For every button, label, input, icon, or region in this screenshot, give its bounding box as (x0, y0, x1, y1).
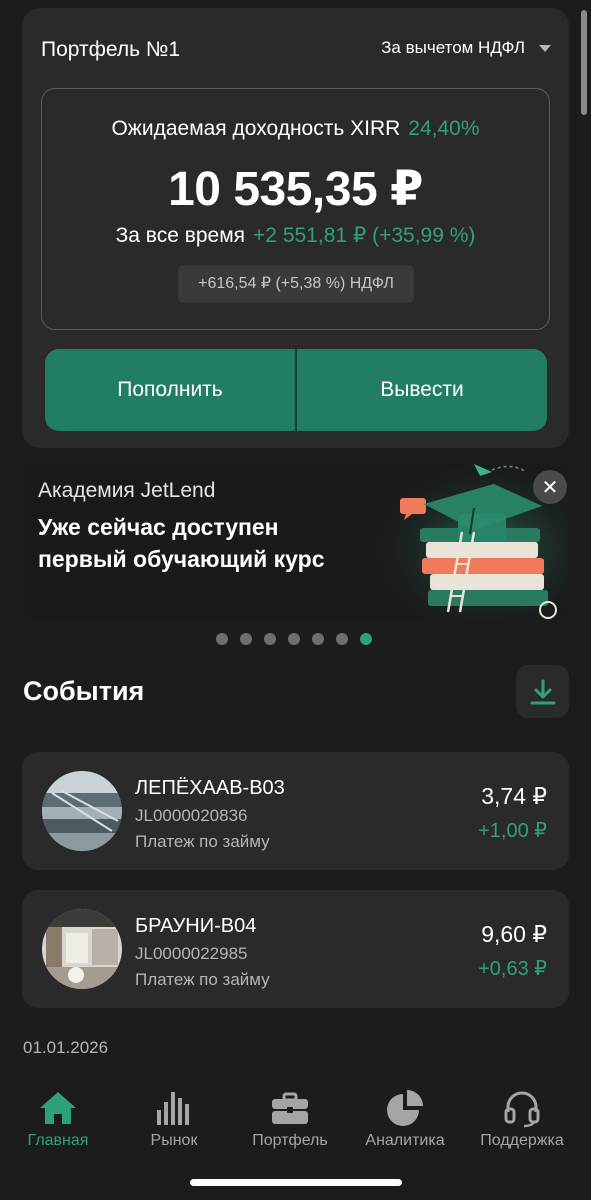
event-loan-id: JL0000020836 (135, 806, 248, 825)
nav-label-market: Рынок (150, 1132, 198, 1149)
carousel-dot[interactable] (288, 633, 300, 645)
event-date-header: 01.01.2026 (23, 1038, 109, 1057)
caret-down-icon (539, 44, 551, 52)
event-borrower: БРАУНИ-В04 (135, 915, 257, 937)
action-bar: Пополнить Вывести (45, 349, 547, 431)
event-income: +1,00 ₽ (478, 820, 547, 842)
nav-item-market[interactable]: Рынок (134, 1088, 214, 1150)
portfolio-balance: 10 535,35 ₽ (168, 163, 423, 216)
bar-chart-icon (157, 1092, 189, 1125)
pie-chart-icon (387, 1090, 423, 1126)
event-type: Платеж по займу (135, 970, 270, 989)
event-borrower: ЛЕПЁХААВ-В03 (135, 777, 285, 799)
headset-icon (504, 1091, 540, 1128)
alltime-value: +2 551,81 ₽ (+35,99 %) (253, 224, 476, 247)
nav-label-analytics: Аналитика (365, 1132, 445, 1149)
event-amount: 3,74 ₽ (481, 783, 547, 809)
event-avatar (42, 771, 122, 851)
home-indicator[interactable] (190, 1179, 402, 1186)
bottom-nav: Главная Рынок Портфель Аналитика Поддерж… (0, 1080, 591, 1170)
home-icon (40, 1092, 76, 1124)
xirr-row: Ожидаемая доходность XIRR 24,40% (42, 117, 549, 141)
carousel-dot[interactable] (264, 633, 276, 645)
banner-title-line2: первый обучающий курс (38, 546, 325, 572)
banner-kicker: Академия JetLend (38, 479, 216, 502)
portfolio-title[interactable]: Портфель №1 (41, 38, 180, 62)
banner-close-button[interactable]: ✕ (533, 470, 567, 504)
academy-banner[interactable]: Академия JetLend Уже сейчас доступен пер… (22, 462, 569, 620)
alltime-label: За все время (115, 224, 246, 247)
nav-label-portfolio: Портфель (252, 1132, 328, 1149)
event-loan-id: JL0000022985 (135, 944, 248, 963)
yield-summary: Ожидаемая доходность XIRR 24,40% 10 535,3… (41, 88, 550, 330)
carousel-dots (216, 633, 372, 645)
carousel-dot[interactable] (216, 633, 228, 645)
nav-item-portfolio[interactable]: Портфель (245, 1088, 335, 1150)
carousel-dot[interactable] (336, 633, 348, 645)
event-card[interactable]: ЛЕПЁХААВ-В03 JL0000020836 Платеж по займ… (22, 752, 569, 870)
carousel-dot[interactable] (312, 633, 324, 645)
download-icon (530, 679, 555, 704)
portfolio-card: Портфель №1 За вычетом НДФЛ Ожидаемая до… (22, 8, 569, 448)
banner-title-line1: Уже сейчас доступен (38, 514, 279, 540)
event-type: Платеж по займу (135, 832, 270, 851)
nav-label-home: Главная (27, 1132, 89, 1149)
carousel-dot[interactable] (240, 633, 252, 645)
tax-mode-dropdown[interactable]: За вычетом НДФЛ (381, 38, 551, 58)
deposit-button[interactable]: Пополнить (45, 349, 295, 431)
nav-label-support: Поддержка (480, 1132, 564, 1149)
event-amount: 9,60 ₽ (481, 921, 547, 947)
ndfl-chip: +616,54 ₽ (+5,38 %) НДФЛ (178, 265, 414, 303)
download-button[interactable] (516, 665, 569, 718)
event-avatar (42, 909, 122, 989)
nav-item-home[interactable]: Главная (18, 1088, 98, 1150)
event-card[interactable]: БРАУНИ-В04 JL0000022985 Платеж по займу … (22, 890, 569, 1008)
xirr-value: 24,40% (408, 117, 480, 140)
briefcase-icon (272, 1092, 308, 1124)
scrollbar[interactable] (581, 10, 587, 115)
carousel-dot-active[interactable] (360, 633, 372, 645)
events-title: События (23, 676, 145, 706)
close-icon: ✕ (541, 476, 559, 499)
nav-item-analytics[interactable]: Аналитика (360, 1088, 450, 1150)
alltime-row: За все время +2 551,81 ₽ (+35,99 %) (42, 223, 549, 248)
nav-item-support[interactable]: Поддержка (472, 1088, 572, 1150)
event-income: +0,63 ₽ (478, 958, 547, 980)
banner-title: Уже сейчас доступен первый обучающий кур… (38, 511, 325, 575)
xirr-label: Ожидаемая доходность XIRR (111, 117, 401, 140)
withdraw-button[interactable]: Вывести (297, 349, 547, 431)
tax-mode-label: За вычетом НДФЛ (381, 38, 525, 57)
